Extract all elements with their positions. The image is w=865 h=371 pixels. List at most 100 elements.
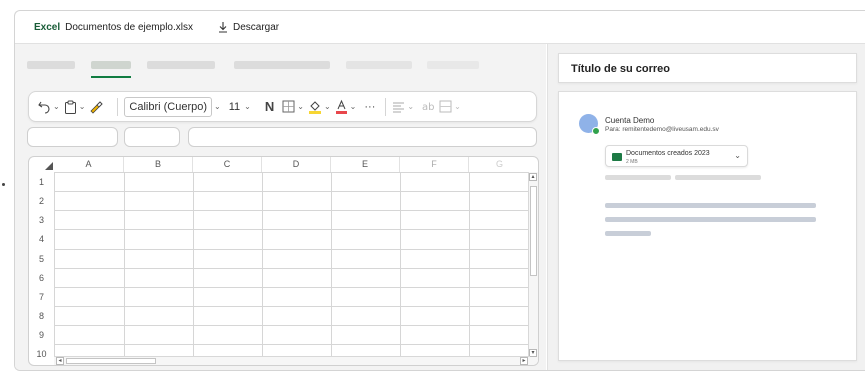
- chevron-down-icon[interactable]: ⌄: [350, 102, 357, 111]
- grid-line: [54, 172, 530, 173]
- title-bar: Excel Documentos de ejemplo.xlsx Descarg…: [15, 11, 865, 44]
- scroll-up-icon[interactable]: ▴: [529, 173, 537, 181]
- font-name-select[interactable]: Calibri (Cuerpo): [124, 96, 213, 117]
- formula-bar[interactable]: [188, 127, 537, 147]
- ribbon-toolbar: ⌄ ⌄ Calibri (Cuerpo) ⌄ 11 ⌄ N ⌄ ⌄ ⌄ ··· …: [28, 91, 537, 122]
- horizontal-scrollbar[interactable]: ◂ ▸: [54, 356, 530, 365]
- grid-line: [331, 172, 332, 358]
- chevron-down-icon[interactable]: ⌄: [214, 102, 221, 111]
- to-label: Para:: [605, 126, 621, 133]
- download-icon: [218, 21, 228, 33]
- attachment-card[interactable]: Documentos creados 2023 2 MB ⌄: [605, 145, 748, 167]
- to-address: remitentedemo@liveusam.edu.sv: [622, 126, 719, 133]
- chevron-down-icon[interactable]: ⌄: [734, 151, 741, 160]
- scroll-down-icon[interactable]: ▾: [529, 349, 537, 357]
- column-header-c[interactable]: C: [193, 157, 262, 172]
- ribbon-tab-3[interactable]: [147, 61, 215, 69]
- format-painter-icon[interactable]: [89, 97, 104, 117]
- column-header-e[interactable]: E: [331, 157, 400, 172]
- row-header-9[interactable]: 9: [29, 330, 54, 340]
- grid-line: [262, 172, 263, 358]
- presence-status-icon: [592, 127, 600, 135]
- row-header-3[interactable]: 3: [29, 215, 54, 225]
- column-header-f[interactable]: F: [400, 157, 469, 172]
- grid-line: [54, 210, 530, 211]
- row-header-5[interactable]: 5: [29, 254, 54, 264]
- grid-line: [400, 172, 401, 358]
- grid-line: [54, 268, 530, 269]
- horizontal-scroll-thumb[interactable]: [66, 358, 156, 364]
- chevron-down-icon[interactable]: ⌄: [297, 102, 304, 111]
- toolbar-separator: [385, 97, 387, 116]
- chevron-down-icon[interactable]: ⌄: [324, 102, 331, 111]
- ribbon-tab-1[interactable]: [27, 61, 75, 69]
- text-placeholder: [605, 231, 651, 236]
- grid-line: [54, 344, 530, 345]
- ribbon-tab-2[interactable]: [91, 61, 131, 69]
- bold-label: N: [264, 99, 275, 114]
- chevron-down-icon: ⌄: [244, 102, 251, 111]
- active-tab-indicator: [91, 76, 131, 78]
- borders-icon[interactable]: [282, 97, 295, 117]
- recipient-line: Para: remitentedemo@liveusam.edu.sv: [605, 126, 719, 133]
- row-header-7[interactable]: 7: [29, 292, 54, 302]
- chevron-down-icon[interactable]: ⌄: [454, 102, 461, 111]
- paste-icon[interactable]: [64, 97, 77, 117]
- undo-icon[interactable]: [37, 97, 51, 117]
- app-window: Excel Documentos de ejemplo.xlsx Descarg…: [14, 10, 865, 371]
- text-placeholder: [675, 175, 761, 180]
- attachment-size: 2 MB: [626, 159, 638, 165]
- chevron-down-icon[interactable]: ⌄: [53, 102, 60, 111]
- row-header-6[interactable]: 6: [29, 273, 54, 283]
- merge-cells-icon[interactable]: [439, 97, 452, 117]
- more-options-button[interactable]: ···: [364, 97, 375, 117]
- email-pane: Título de su correo Cuenta Demo Para: re…: [547, 44, 865, 370]
- scroll-left-icon[interactable]: ◂: [56, 357, 64, 365]
- chevron-down-icon[interactable]: ⌄: [79, 102, 86, 111]
- app-name: Excel: [34, 21, 61, 33]
- svg-text:ab: ab: [422, 102, 434, 113]
- font-color-icon[interactable]: [335, 97, 348, 117]
- row-header-8[interactable]: 8: [29, 311, 54, 321]
- sender-name: Cuenta Demo: [605, 116, 655, 125]
- download-button[interactable]: Descargar: [218, 21, 279, 33]
- spreadsheet-grid[interactable]: A B C D E F G 1 2 3 4 5 6 7 8 9 10 ▴ ▾ ◂…: [28, 156, 539, 366]
- vertical-scroll-thumb[interactable]: [530, 186, 537, 276]
- name-box[interactable]: [27, 127, 118, 147]
- ribbon-tab-6[interactable]: [427, 61, 479, 69]
- grid-line: [193, 172, 194, 358]
- font-size-value: 11: [228, 100, 241, 113]
- text-placeholder: [605, 203, 816, 208]
- fill-color-icon[interactable]: [308, 97, 322, 117]
- row-header-10[interactable]: 10: [29, 349, 54, 359]
- file-name: Documentos de ejemplo.xlsx: [65, 21, 193, 33]
- email-subject-text: Título de su correo: [571, 63, 671, 75]
- column-header-d[interactable]: D: [262, 157, 331, 172]
- select-all-icon[interactable]: [45, 162, 53, 170]
- align-icon[interactable]: [392, 97, 405, 117]
- wrap-text-icon[interactable]: ab: [422, 97, 435, 117]
- ribbon-tab-5[interactable]: [346, 61, 412, 69]
- function-box[interactable]: [124, 127, 180, 147]
- bold-button[interactable]: N: [265, 97, 274, 117]
- email-subject[interactable]: Título de su correo: [558, 53, 857, 83]
- row-header-2[interactable]: 2: [29, 196, 54, 206]
- row-header-4[interactable]: 4: [29, 234, 54, 244]
- excel-file-icon: [612, 153, 622, 161]
- scroll-right-icon[interactable]: ▸: [520, 357, 528, 365]
- more-label: ···: [364, 100, 376, 113]
- row-header-1[interactable]: 1: [29, 177, 54, 187]
- grid-line: [54, 229, 530, 230]
- font-size-select[interactable]: 11 ⌄: [225, 97, 259, 117]
- chevron-down-icon[interactable]: ⌄: [407, 102, 414, 111]
- column-header-a[interactable]: A: [54, 157, 124, 172]
- ribbon-tab-4[interactable]: [234, 61, 330, 69]
- text-placeholder: [605, 175, 671, 180]
- vertical-scrollbar[interactable]: ▴ ▾: [528, 172, 538, 365]
- grid-line: [54, 172, 55, 358]
- text-placeholder: [605, 217, 816, 222]
- column-header-b[interactable]: B: [124, 157, 193, 172]
- grid-line: [469, 172, 470, 358]
- column-header-g[interactable]: G: [469, 157, 530, 172]
- font-name-value: Calibri (Cuerpo): [129, 100, 208, 113]
